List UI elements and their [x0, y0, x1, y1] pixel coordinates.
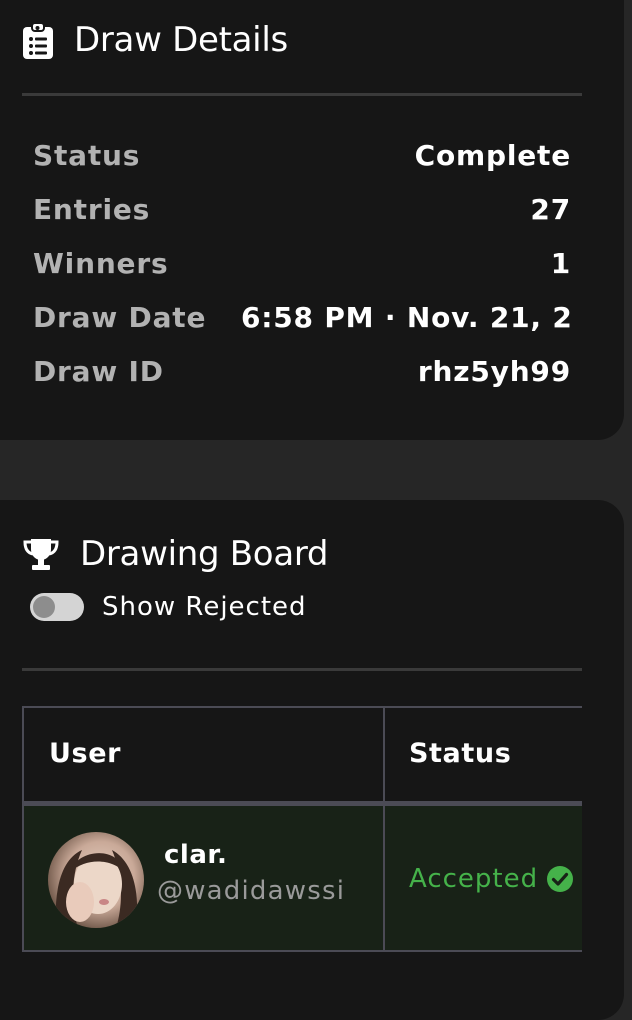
detail-value: 27 [530, 192, 571, 226]
detail-value: 6:58 PM · Nov. 21, 20 [240, 300, 571, 334]
detail-value: 1 [550, 246, 571, 280]
trophy-icon [22, 537, 60, 571]
drawing-board-card: Drawing Board Show Rejected User Status [0, 500, 624, 1020]
detail-row-entries: Entries 27 [33, 189, 571, 229]
draw-details-title-text: Draw Details [74, 20, 288, 60]
column-divider [383, 708, 385, 801]
user-display-name: clar. [164, 840, 228, 870]
detail-label: Status [33, 138, 141, 172]
detail-label: Draw ID [33, 354, 164, 388]
draw-details-title: Draw Details [22, 20, 288, 60]
table-header-row: User Status [22, 706, 582, 803]
detail-value: rhz5yh99 [417, 354, 571, 388]
user-handle: @wadidawssi [157, 876, 346, 906]
detail-label: Winners [33, 246, 169, 280]
column-header-user[interactable]: User [49, 738, 121, 769]
check-circle-icon [546, 865, 574, 893]
drawing-board-title: Drawing Board [22, 534, 329, 574]
detail-row-draw-date: Draw Date 6:58 PM · Nov. 21, 20 [33, 297, 571, 337]
show-rejected-toggle-row[interactable]: Show Rejected [30, 592, 307, 622]
show-rejected-toggle[interactable] [30, 593, 84, 621]
detail-row-status: Status Complete [33, 135, 571, 175]
drawing-board-title-text: Drawing Board [80, 534, 329, 574]
detail-row-winners: Winners 1 [33, 243, 571, 283]
detail-value: Complete [414, 138, 571, 172]
table-row[interactable]: clar. @wadidawssi Accepted [22, 803, 582, 952]
status-text: Accepted [409, 864, 539, 894]
clipboard-list-icon [22, 22, 54, 59]
drawing-board-table: User Status clar. @wadidawssi Accepted [22, 706, 582, 952]
detail-row-draw-id: Draw ID rhz5yh99 [33, 351, 571, 391]
column-header-status[interactable]: Status [409, 738, 511, 769]
show-rejected-label: Show Rejected [102, 592, 307, 622]
detail-label: Entries [33, 192, 151, 226]
toggle-knob [33, 596, 55, 618]
detail-label: Draw Date [33, 300, 207, 334]
section-divider [22, 668, 582, 671]
column-divider [383, 806, 385, 950]
avatar[interactable] [48, 832, 144, 928]
status-badge: Accepted [409, 864, 574, 894]
section-divider [22, 93, 582, 96]
draw-details-card: Draw Details Status Complete Entries 27 … [0, 0, 624, 440]
